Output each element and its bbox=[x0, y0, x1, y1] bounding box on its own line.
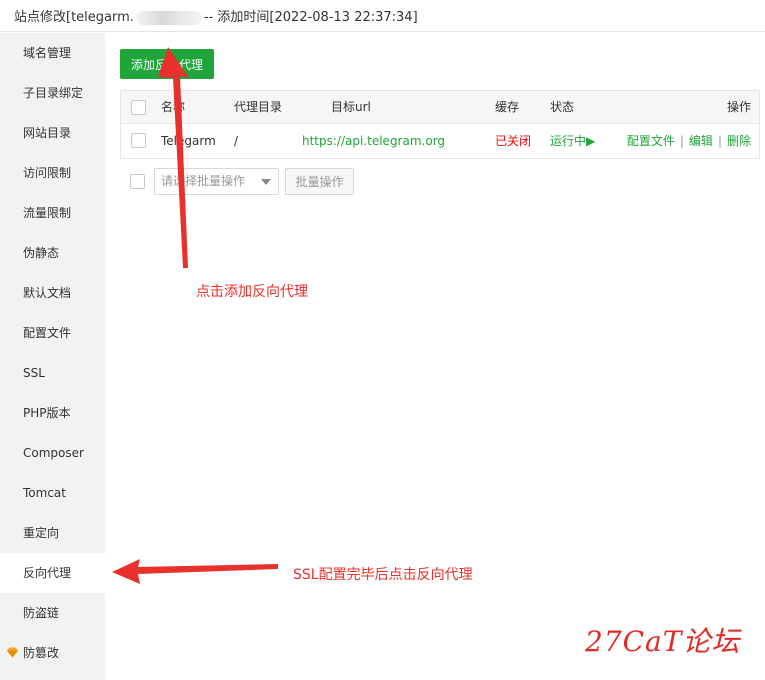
add-reverse-proxy-button[interactable]: 添加反向代理 bbox=[120, 49, 214, 79]
edit-link[interactable]: 编辑 bbox=[689, 134, 713, 148]
sidebar-item-label: 伪静态 bbox=[23, 246, 60, 260]
header-proxy-dir: 代理目录 bbox=[234, 100, 283, 114]
sidebar-item-site-dir[interactable]: 网站目录 bbox=[0, 113, 105, 153]
sidebar-item-reverse-proxy[interactable]: 反向代理 bbox=[0, 553, 105, 593]
sidebar-item-label: 域名管理 bbox=[23, 46, 72, 60]
sidebar: 域名管理 子目录绑定 网站目录 访问限制 流量限制 伪静态 默认文档 配置文件 … bbox=[0, 33, 105, 680]
caret-down-icon bbox=[261, 179, 271, 185]
header-cache: 缓存 bbox=[495, 100, 520, 114]
header-target-url: 目标url bbox=[331, 100, 371, 114]
batch-bar: 请选择批量操作 批量操作 bbox=[120, 168, 760, 196]
window-title: 站点修改[telegarm. -- 添加时间[2022-08-13 22:37:3… bbox=[14, 6, 418, 25]
sidebar-item-subdir[interactable]: 子目录绑定 bbox=[0, 73, 105, 113]
cell-running-status[interactable]: 运行中▶ bbox=[550, 124, 595, 158]
title-suffix: -- 添加时间[2022-08-13 22:37:34] bbox=[203, 10, 418, 25]
sidebar-item-label: 网站目录 bbox=[23, 126, 72, 140]
sidebar-item-php-version[interactable]: PHP版本 bbox=[0, 393, 105, 433]
sidebar-item-domain[interactable]: 域名管理 bbox=[0, 33, 105, 73]
forum-watermark: 27CaT论坛 bbox=[585, 625, 741, 658]
sidebar-item-hotlink[interactable]: 防盗链 bbox=[0, 593, 105, 633]
sidebar-item-composer[interactable]: Composer bbox=[0, 433, 105, 473]
cell-name: Telegarm bbox=[161, 134, 216, 148]
action-separator: | bbox=[679, 134, 684, 148]
sidebar-item-ssl[interactable]: SSL bbox=[0, 353, 105, 393]
sidebar-item-label: 配置文件 bbox=[23, 326, 72, 340]
sidebar-item-label: 子目录绑定 bbox=[23, 86, 84, 100]
sidebar-item-traffic-limit[interactable]: 流量限制 bbox=[0, 193, 105, 233]
sidebar-item-default-doc[interactable]: 默认文档 bbox=[0, 273, 105, 313]
batch-operation-button[interactable]: 批量操作 bbox=[285, 168, 354, 195]
batch-select-placeholder: 请选择批量操作 bbox=[161, 174, 246, 188]
window-titlebar: 站点修改[telegarm. -- 添加时间[2022-08-13 22:37:3… bbox=[0, 0, 765, 32]
delete-link[interactable]: 删除 bbox=[727, 134, 751, 148]
config-file-link[interactable]: 配置文件 bbox=[627, 134, 675, 148]
sidebar-item-label: 流量限制 bbox=[23, 206, 72, 220]
sidebar-item-label: SSL bbox=[23, 366, 45, 380]
row-checkbox[interactable] bbox=[131, 133, 146, 148]
action-separator: | bbox=[717, 134, 722, 148]
sidebar-item-label: 防篡改 bbox=[23, 646, 60, 660]
sidebar-item-label: Composer bbox=[23, 446, 84, 460]
sidebar-item-label: 防盗链 bbox=[23, 606, 60, 620]
cell-cache-status[interactable]: 已关闭 bbox=[495, 124, 531, 158]
sidebar-item-redirect[interactable]: 重定向 bbox=[0, 513, 105, 553]
sidebar-item-rewrite[interactable]: 伪静态 bbox=[0, 233, 105, 273]
annotation-add-hint: 点击添加反向代理 bbox=[196, 284, 308, 300]
sidebar-item-label: 默认文档 bbox=[23, 286, 72, 300]
sidebar-item-tomcat[interactable]: Tomcat bbox=[0, 473, 105, 513]
table-header: 名称 代理目录 目标url 缓存 状态 操作 bbox=[121, 91, 759, 124]
cell-proxy-dir: / bbox=[234, 134, 239, 148]
diamond-icon bbox=[7, 647, 18, 658]
select-all-checkbox[interactable] bbox=[131, 100, 146, 115]
sidebar-item-label: PHP版本 bbox=[23, 406, 71, 420]
sidebar-item-config-file[interactable]: 配置文件 bbox=[0, 313, 105, 353]
redacted-domain-blur bbox=[135, 10, 202, 25]
header-status: 状态 bbox=[550, 100, 575, 114]
sidebar-item-label: 反向代理 bbox=[23, 566, 72, 580]
sidebar-item-tamper-proof[interactable]: 防篡改 bbox=[0, 633, 105, 673]
sidebar-item-label: 访问限制 bbox=[23, 166, 72, 180]
title-prefix: 站点修改[telegarm. bbox=[14, 10, 134, 25]
row-actions: 配置文件 | 编辑 | 删除 bbox=[627, 124, 751, 158]
sidebar-item-label: 重定向 bbox=[23, 526, 60, 540]
cell-target-url: https://api.telegram.org bbox=[302, 134, 446, 148]
header-name: 名称 bbox=[161, 100, 186, 114]
sidebar-item-label: Tomcat bbox=[23, 486, 66, 500]
annotation-proxy-hint: SSL配置完毕后点击反向代理 bbox=[293, 567, 473, 583]
batch-checkbox[interactable] bbox=[130, 174, 145, 189]
sidebar-item-access-limit[interactable]: 访问限制 bbox=[0, 153, 105, 193]
batch-select[interactable]: 请选择批量操作 bbox=[154, 168, 279, 195]
header-actions: 操作 bbox=[726, 100, 751, 114]
table-row: Telegarm / https://api.telegram.org 已关闭 … bbox=[121, 124, 759, 158]
proxy-table: 名称 代理目录 目标url 缓存 状态 操作 Telegarm / https:… bbox=[120, 90, 760, 159]
